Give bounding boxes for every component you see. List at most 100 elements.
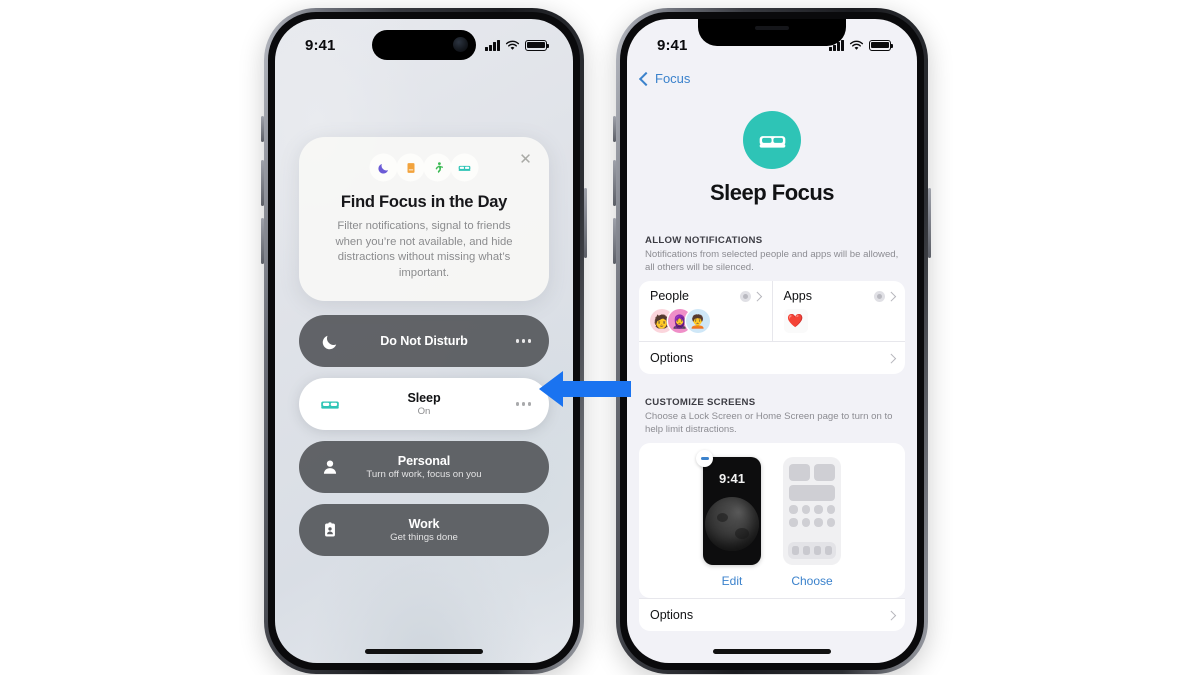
battery-full-icon	[869, 39, 894, 51]
focus-row-work[interactable]: Work Get things done	[299, 504, 549, 556]
apps-cell[interactable]: Apps ❤️	[771, 281, 906, 341]
silent-switch[interactable]	[261, 116, 264, 142]
chevron-right-icon	[886, 610, 896, 620]
customize-screens-section: CUSTOMIZE SCREENS Choose a Lock Screen o…	[627, 397, 917, 631]
app-icon-placeholder	[789, 518, 798, 527]
focus-row-sleep[interactable]: Sleep On	[299, 378, 549, 430]
status-time: 9:41	[657, 36, 688, 54]
home-indicator[interactable]	[365, 649, 483, 654]
left-phone-screen: 9:41 ✕ Find Focus in the Day Filter noti…	[275, 19, 573, 663]
moon-wallpaper	[705, 497, 759, 551]
app-icon-row	[789, 505, 835, 514]
options-label: Options	[650, 351, 694, 365]
intro-body: Filter notifications, signal to friends …	[335, 220, 513, 279]
chevron-left-icon	[638, 71, 654, 86]
reading-book-icon	[398, 155, 423, 180]
apps-label: Apps	[783, 289, 813, 303]
health-app-icon[interactable]: ❤️	[783, 309, 808, 333]
volume-down-button[interactable]	[261, 218, 264, 264]
volume-down-button[interactable]	[613, 218, 616, 264]
allow-notifications-options-row[interactable]: Options	[639, 341, 905, 374]
lock-screen-time: 9:41	[718, 471, 746, 486]
app-icon-row	[789, 518, 835, 527]
edit-lock-screen-button[interactable]: Edit	[703, 574, 761, 588]
intro-title: Find Focus in the Day	[340, 193, 508, 211]
silent-switch[interactable]	[613, 116, 616, 142]
id-badge-icon	[317, 517, 343, 543]
running-person-icon	[425, 155, 450, 180]
people-label: People	[650, 289, 689, 303]
person-icon	[317, 454, 343, 480]
volume-up-button[interactable]	[261, 160, 264, 206]
focus-icon-cluster	[319, 155, 529, 180]
chevron-right-icon	[886, 353, 896, 363]
moon-icon	[317, 328, 343, 354]
left-arrow-icon	[539, 371, 631, 407]
left-phone-device: 9:41 ✕ Find Focus in the Day Filter noti…	[261, 8, 587, 674]
signal-bars-icon	[485, 39, 500, 51]
focus-mode-list: Do Not Disturb Sleep On Personal Turn of…	[299, 315, 549, 556]
status-indicators	[485, 39, 550, 51]
choose-home-screen-button[interactable]: Choose	[783, 574, 841, 588]
app-icon-placeholder	[801, 505, 810, 514]
chevron-right-icon	[752, 291, 762, 301]
focus-row-personal[interactable]: Personal Turn off work, focus on you	[299, 441, 549, 493]
wifi-icon	[849, 40, 864, 50]
widget-placeholder	[789, 464, 810, 481]
apps-cell-accessories	[873, 290, 896, 302]
gear-icon[interactable]	[873, 290, 885, 302]
right-phone-screen: 9:41 Focus Sleep Focus ALLOW NOTIFICATIO…	[627, 19, 917, 663]
dock-placeholder	[788, 542, 836, 559]
back-button-label: Focus	[655, 71, 691, 86]
minus-badge-icon[interactable]	[696, 450, 713, 467]
people-cell-accessories	[740, 290, 762, 302]
wifi-icon	[505, 40, 520, 50]
people-cell[interactable]: People 🧑 🧕 🧑‍🦱	[639, 281, 772, 341]
more-options-button[interactable]	[515, 339, 531, 343]
widget-row	[789, 485, 835, 501]
close-icon[interactable]: ✕	[518, 152, 533, 167]
widget-placeholder	[789, 485, 835, 501]
gear-icon[interactable]	[740, 290, 751, 302]
home-screen-thumbnail[interactable]	[783, 457, 841, 565]
people-avatars: 🧑 🧕 🧑‍🦱	[650, 309, 761, 333]
app-icon-placeholder	[789, 505, 798, 514]
section-title: ALLOW NOTIFICATIONS	[645, 235, 763, 246]
home-screen-preview-item[interactable]: Choose	[783, 457, 841, 588]
chevron-right-icon	[886, 291, 896, 301]
app-icon-placeholder	[801, 518, 810, 527]
apps-cell-header: Apps	[783, 289, 896, 303]
right-phone-bezel: 9:41 Focus Sleep Focus ALLOW NOTIFICATIO…	[620, 12, 924, 670]
customize-screens-options-row[interactable]: Options	[639, 598, 905, 631]
widget-row	[789, 464, 835, 481]
front-camera-icon	[453, 37, 468, 52]
app-icon-placeholder	[814, 505, 823, 514]
widget-placeholder	[814, 464, 835, 481]
allow-notifications-card: People 🧑 🧕 🧑‍🦱	[639, 281, 905, 374]
customize-screens-card: 9:41 Edit Choose	[639, 443, 905, 598]
app-icon-placeholder	[826, 518, 835, 527]
avatar[interactable]: 🧑‍🦱	[686, 309, 710, 333]
focus-row-do-not-disturb[interactable]: Do Not Disturb	[299, 315, 549, 367]
allow-notifications-section: ALLOW NOTIFICATIONS Notifications from s…	[627, 235, 917, 374]
section-description: Notifications from selected people and a…	[645, 249, 899, 273]
side-power-button[interactable]	[928, 188, 931, 258]
app-icon-placeholder	[826, 505, 835, 514]
home-indicator[interactable]	[713, 649, 831, 654]
people-cell-header: People	[650, 289, 762, 303]
sleep-focus-header: Sleep Focus	[627, 111, 917, 206]
people-apps-split: People 🧑 🧕 🧑‍🦱	[639, 281, 905, 341]
more-options-button[interactable]	[515, 402, 531, 406]
side-power-button[interactable]	[584, 188, 587, 258]
bed-icon	[452, 155, 477, 180]
lock-screen-preview-item[interactable]: 9:41 Edit	[696, 450, 761, 588]
status-time: 9:41	[305, 36, 336, 54]
bed-icon	[317, 391, 343, 417]
right-phone-device: 9:41 Focus Sleep Focus ALLOW NOTIFICATIO…	[613, 8, 931, 674]
battery-full-icon	[525, 39, 550, 51]
app-icon-placeholder	[814, 518, 823, 527]
dynamic-island	[372, 30, 476, 60]
back-button[interactable]: Focus	[638, 71, 691, 86]
lock-screen-thumbnail[interactable]: 9:41	[703, 457, 761, 565]
volume-up-button[interactable]	[613, 160, 616, 206]
